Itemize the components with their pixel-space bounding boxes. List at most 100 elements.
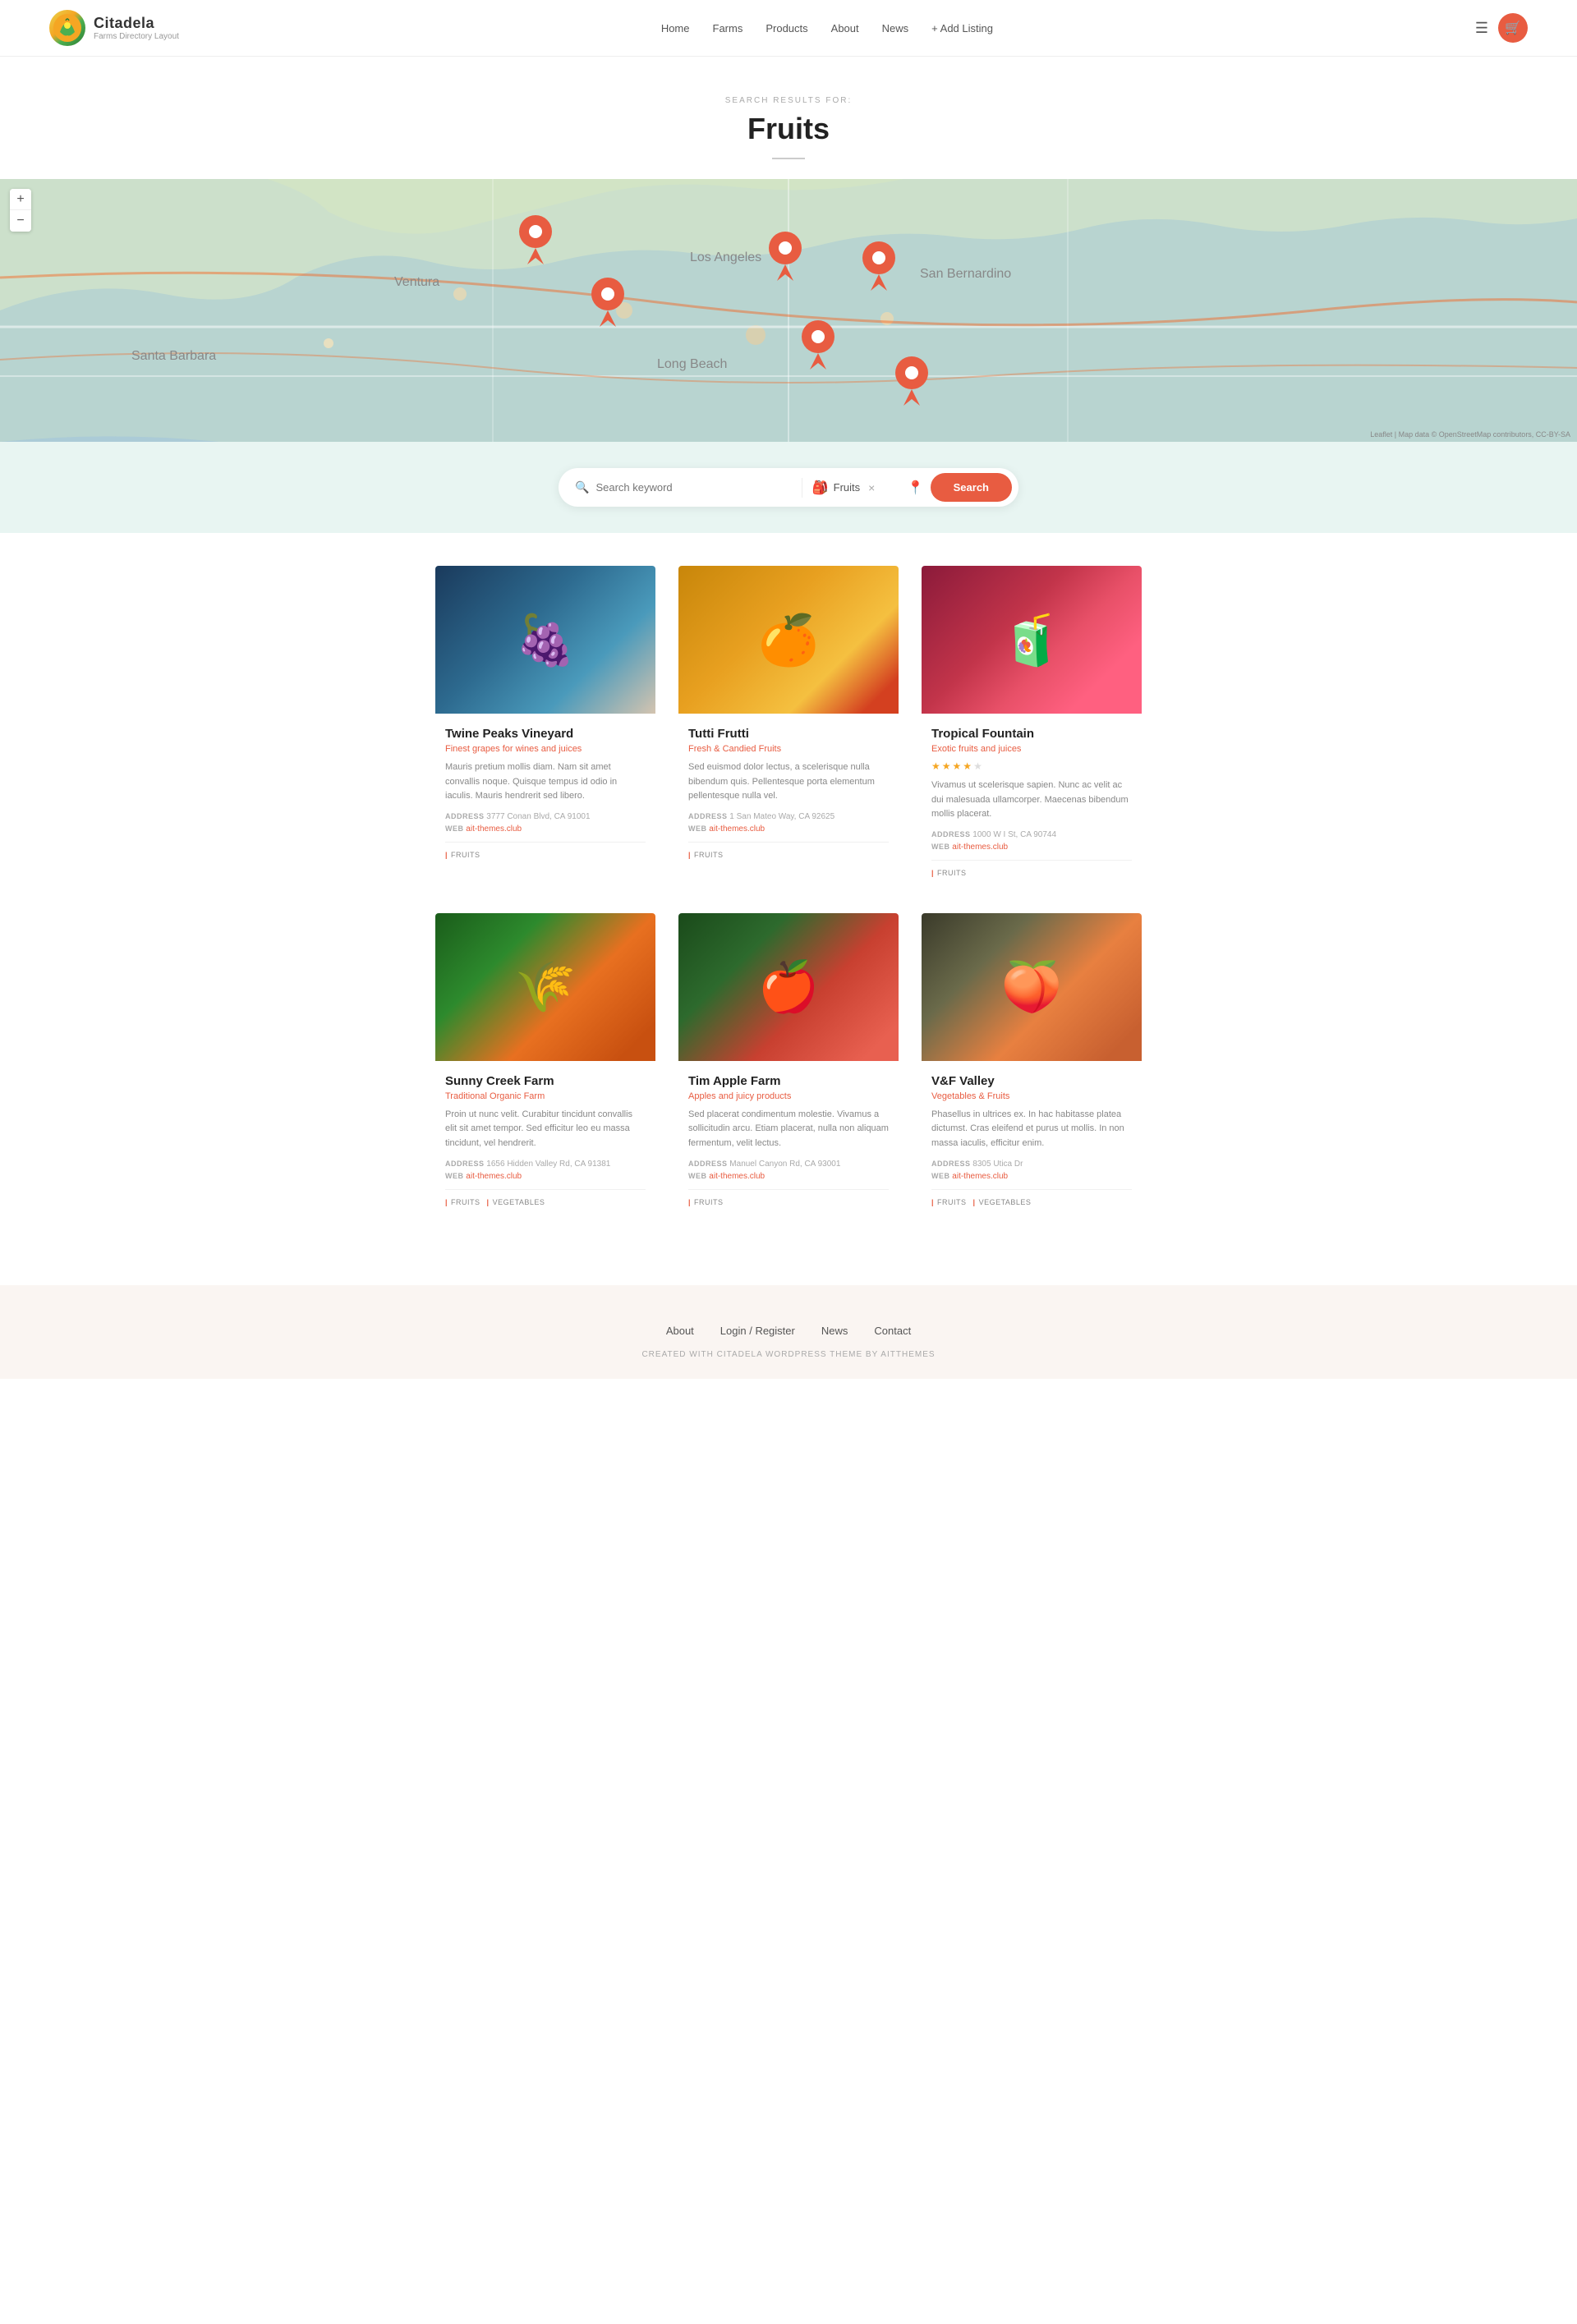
listing-card-3: 🧃 Tropical Fountain Exotic fruits and ju… bbox=[922, 566, 1142, 890]
search-input-wrap: 🔍 bbox=[565, 480, 802, 494]
footer-link-about[interactable]: About bbox=[666, 1325, 694, 1337]
listing-image-1: 🍇 bbox=[435, 566, 655, 714]
menu-icon[interactable]: ☰ bbox=[1475, 20, 1488, 37]
listing-web-5: Web ait-themes.club bbox=[688, 1172, 889, 1181]
listing-tags-6: FRUITS VEGETABLES bbox=[931, 1189, 1132, 1206]
listing-subtitle-4: Traditional Organic Farm bbox=[445, 1091, 646, 1101]
listing-address-2: Address 1 San Mateo Way, CA 92625 bbox=[688, 812, 889, 821]
listing-title-4: Sunny Creek Farm bbox=[445, 1074, 646, 1088]
listing-tags-5: FRUITS bbox=[688, 1189, 889, 1206]
listing-tags-1: FRUITS bbox=[445, 842, 646, 859]
zoom-out-button[interactable]: − bbox=[10, 210, 31, 232]
site-footer: About Login / Register News Contact Crea… bbox=[0, 1285, 1577, 1379]
logo-text: Citadela Farms Directory Layout bbox=[94, 15, 179, 41]
svg-text:Ventura: Ventura bbox=[394, 275, 439, 289]
star-1: ★ bbox=[931, 760, 940, 772]
listing-tags-2: FRUITS bbox=[688, 842, 889, 859]
zoom-in-button[interactable]: + bbox=[10, 189, 31, 210]
tag-fruits-5: FRUITS bbox=[688, 1198, 724, 1206]
nav-news[interactable]: News bbox=[882, 22, 909, 34]
svg-text:Long Beach: Long Beach bbox=[657, 357, 727, 371]
search-input[interactable] bbox=[595, 481, 791, 494]
listing-card-1: 🍇 Twine Peaks Vineyard Finest grapes for… bbox=[435, 566, 655, 890]
search-icon: 🔍 bbox=[575, 480, 589, 494]
listing-body-3: Tropical Fountain Exotic fruits and juic… bbox=[922, 714, 1142, 890]
cart-button[interactable]: 🛒 bbox=[1498, 13, 1528, 43]
listing-image-6: 🍑 bbox=[922, 913, 1142, 1061]
logo-area: Citadela Farms Directory Layout bbox=[49, 10, 179, 46]
page-title: Fruits bbox=[16, 112, 1561, 146]
nav-add-listing[interactable]: + Add Listing bbox=[931, 22, 993, 34]
listing-address-1: Address 3777 Conan Blvd, CA 91001 bbox=[445, 812, 646, 821]
location-icon: 📍 bbox=[901, 480, 931, 496]
footer-link-news[interactable]: News bbox=[821, 1325, 848, 1337]
listing-address-3: Address 1000 W I St, CA 90744 bbox=[931, 830, 1132, 839]
listing-body-5: Tim Apple Farm Apples and juicy products… bbox=[678, 1061, 899, 1219]
tag-fruits-6: FRUITS bbox=[931, 1198, 967, 1206]
listing-title-3: Tropical Fountain bbox=[931, 727, 1132, 741]
star-4: ★ bbox=[963, 760, 972, 772]
search-results-label: Search results for: bbox=[16, 96, 1561, 105]
nav-home[interactable]: Home bbox=[661, 22, 690, 34]
listing-subtitle-3: Exotic fruits and juices bbox=[931, 744, 1132, 754]
listing-title-5: Tim Apple Farm bbox=[688, 1074, 889, 1088]
listing-image-4: 🌾 bbox=[435, 913, 655, 1061]
svg-text:Los Angeles: Los Angeles bbox=[690, 250, 761, 264]
listing-desc-3: Vivamus ut scelerisque sapien. Nunc ac v… bbox=[931, 778, 1132, 822]
listing-subtitle-6: Vegetables & Fruits bbox=[931, 1091, 1132, 1101]
listing-body-1: Twine Peaks Vineyard Finest grapes for w… bbox=[435, 714, 655, 872]
listing-subtitle-5: Apples and juicy products bbox=[688, 1091, 889, 1101]
listing-title-6: V&F Valley bbox=[931, 1074, 1132, 1088]
listing-desc-4: Proin ut nunc velit. Curabitur tincidunt… bbox=[445, 1108, 646, 1151]
nav-icons: ☰ 🛒 bbox=[1475, 13, 1528, 43]
nav-about[interactable]: About bbox=[831, 22, 859, 34]
listing-address-6: Address 8305 Utica Dr bbox=[931, 1160, 1132, 1169]
tag-fruits-2: FRUITS bbox=[688, 851, 724, 859]
star-5: ★ bbox=[973, 760, 982, 772]
svg-text:San Bernardino: San Bernardino bbox=[920, 267, 1011, 281]
listing-desc-6: Phasellus in ultrices ex. In hac habitas… bbox=[931, 1108, 1132, 1151]
listing-title-2: Tutti Frutti bbox=[688, 727, 889, 741]
listing-desc-1: Mauris pretium mollis diam. Nam sit amet… bbox=[445, 760, 646, 804]
footer-credit: Created with Citadela WordPress Theme by… bbox=[16, 1350, 1561, 1359]
tag-fruits-1: FRUITS bbox=[445, 851, 480, 859]
listing-address-4: Address 1656 Hidden Valley Rd, CA 91381 bbox=[445, 1160, 646, 1169]
map-controls: + − bbox=[10, 189, 31, 232]
svg-text:Santa Barbara: Santa Barbara bbox=[131, 349, 216, 363]
listing-body-2: Tutti Frutti Fresh & Candied Fruits Sed … bbox=[678, 714, 899, 872]
footer-link-contact[interactable]: Contact bbox=[874, 1325, 911, 1337]
listing-card-5: 🍎 Tim Apple Farm Apples and juicy produc… bbox=[678, 913, 899, 1219]
tag-fruits-4: FRUITS bbox=[445, 1198, 480, 1206]
category-icon: 🎒 bbox=[812, 480, 829, 496]
listing-body-6: V&F Valley Vegetables & Fruits Phasellus… bbox=[922, 1061, 1142, 1219]
category-clear-button[interactable]: × bbox=[865, 481, 878, 494]
listing-web-1: Web ait-themes.club bbox=[445, 824, 646, 834]
category-wrap: 🎒 Fruits × bbox=[802, 480, 901, 496]
site-header: Citadela Farms Directory Layout Home Far… bbox=[0, 0, 1577, 57]
listing-card-4: 🌾 Sunny Creek Farm Traditional Organic F… bbox=[435, 913, 655, 1219]
listing-title-1: Twine Peaks Vineyard bbox=[445, 727, 646, 741]
main-nav: Home Farms Products About News + Add Lis… bbox=[661, 22, 993, 34]
map-background: Santa Barbara Ventura Los Angeles San Be… bbox=[0, 179, 1577, 442]
footer-link-login[interactable]: Login / Register bbox=[720, 1325, 795, 1337]
hero-divider bbox=[772, 158, 805, 159]
listing-stars-3: ★ ★ ★ ★ ★ bbox=[931, 760, 1132, 772]
listing-card-6: 🍑 V&F Valley Vegetables & Fruits Phasell… bbox=[922, 913, 1142, 1219]
listing-desc-5: Sed placerat condimentum molestie. Vivam… bbox=[688, 1108, 889, 1151]
listing-image-5: 🍎 bbox=[678, 913, 899, 1061]
star-3: ★ bbox=[953, 760, 962, 772]
listing-web-3: Web ait-themes.club bbox=[931, 843, 1132, 852]
nav-products[interactable]: Products bbox=[766, 22, 807, 34]
map-container[interactable]: Santa Barbara Ventura Los Angeles San Be… bbox=[0, 179, 1577, 442]
listing-address-5: Address Manuel Canyon Rd, CA 93001 bbox=[688, 1160, 889, 1169]
hero-section: Search results for: Fruits bbox=[0, 57, 1577, 179]
listing-web-4: Web ait-themes.club bbox=[445, 1172, 646, 1181]
listing-subtitle-1: Finest grapes for wines and juices bbox=[445, 744, 646, 754]
nav-farms[interactable]: Farms bbox=[713, 22, 743, 34]
listing-body-4: Sunny Creek Farm Traditional Organic Far… bbox=[435, 1061, 655, 1219]
listings-section: 🍇 Twine Peaks Vineyard Finest grapes for… bbox=[419, 566, 1158, 1252]
search-button[interactable]: Search bbox=[931, 473, 1012, 502]
listing-web-2: Web ait-themes.club bbox=[688, 824, 889, 834]
tag-fruits-3: FRUITS bbox=[931, 869, 967, 877]
listing-card-2: 🍊 Tutti Frutti Fresh & Candied Fruits Se… bbox=[678, 566, 899, 890]
